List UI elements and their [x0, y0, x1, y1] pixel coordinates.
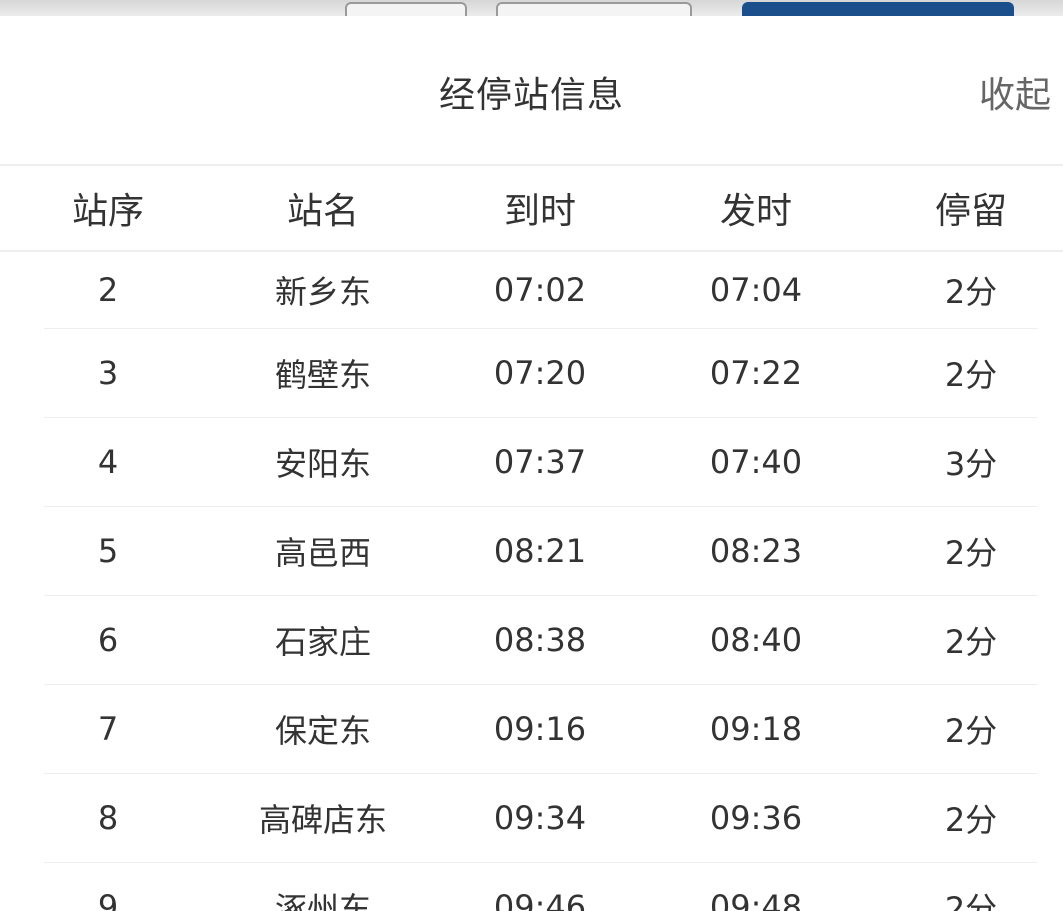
stop-stay: 2分 [944, 534, 998, 572]
stopover-sheet-screen: 经停站信息 收起 站序 站名 到时 发时 停留 2 新乡东 07:02 07:0… [0, 0, 1063, 911]
table-row: 7 保定东 09:16 09:18 2分 [44, 685, 1037, 774]
stop-arrive: 08:21 [493, 532, 587, 570]
column-header-station: 站名 [286, 191, 359, 232]
stop-arrive: 09:34 [493, 799, 587, 837]
collapse-button[interactable]: 收起 [979, 66, 1051, 118]
stop-arrive: 07:37 [493, 443, 587, 481]
stop-arrive: 09:46 [493, 888, 587, 911]
stop-station: 安阳东 [274, 445, 371, 483]
stop-station: 保定东 [274, 712, 371, 750]
table-row: 3 鹤壁东 07:20 07:22 2分 [44, 329, 1037, 418]
stop-arrive: 09:16 [493, 710, 587, 748]
stop-stay: 2分 [944, 712, 998, 750]
column-header-depart: 发时 [719, 191, 792, 232]
stop-seq: 6 [97, 621, 119, 659]
stop-stay: 2分 [944, 273, 998, 311]
background-page-strip [0, 0, 1063, 16]
stop-station: 鹤壁东 [274, 356, 371, 394]
stop-depart: 09:18 [709, 710, 803, 748]
stop-seq: 8 [97, 799, 119, 837]
stop-stay: 2分 [944, 623, 998, 661]
stop-stay: 2分 [944, 890, 998, 911]
table-row: 6 石家庄 08:38 08:40 2分 [44, 596, 1037, 685]
stop-arrive: 08:38 [493, 621, 587, 659]
background-button [496, 2, 692, 16]
table-row: 8 高碑店东 09:34 09:36 2分 [44, 774, 1037, 863]
stop-station: 涿州东 [274, 890, 371, 911]
stop-depart: 07:40 [709, 443, 803, 481]
stop-station: 高碑店东 [258, 801, 387, 839]
column-header-arrive: 到时 [503, 191, 576, 232]
table-row: 5 高邑西 08:21 08:23 2分 [44, 507, 1037, 596]
stop-depart: 08:23 [709, 532, 803, 570]
stop-depart: 07:22 [709, 354, 803, 392]
table-row: 4 安阳东 07:37 07:40 3分 [44, 418, 1037, 507]
background-primary-button [742, 2, 1014, 16]
table-row: 9 涿州东 09:46 09:48 2分 [44, 863, 1037, 911]
column-header-stay: 停留 [934, 191, 1007, 232]
stop-seq: 9 [97, 888, 119, 911]
stop-seq: 5 [97, 532, 119, 570]
stop-arrive: 07:02 [493, 271, 587, 309]
table-row: 2 新乡东 07:02 07:04 2分 [44, 252, 1037, 329]
stop-arrive: 07:20 [493, 354, 587, 392]
stop-depart: 07:04 [709, 271, 803, 309]
stop-station: 新乡东 [274, 273, 371, 311]
stop-depart: 09:48 [709, 888, 803, 911]
stop-depart: 08:40 [709, 621, 803, 659]
stop-station: 石家庄 [274, 623, 371, 661]
table-header: 站序 站名 到时 发时 停留 [0, 166, 1063, 252]
stop-list[interactable]: 2 新乡东 07:02 07:04 2分 3 鹤壁东 07:20 07:22 2… [0, 252, 1063, 911]
stop-station: 高邑西 [274, 534, 371, 572]
stop-seq: 2 [97, 271, 119, 309]
sheet-header: 经停站信息 收起 [0, 16, 1063, 166]
stop-seq: 7 [97, 710, 119, 748]
stop-stay: 2分 [944, 801, 998, 839]
column-header-seq: 站序 [71, 191, 144, 232]
stop-seq: 3 [97, 354, 119, 392]
stop-stay: 2分 [944, 356, 998, 394]
stop-depart: 09:36 [709, 799, 803, 837]
sheet-title: 经停站信息 [438, 75, 624, 116]
stop-seq: 4 [97, 443, 119, 481]
stop-stay: 3分 [944, 445, 998, 483]
background-button [345, 2, 467, 16]
